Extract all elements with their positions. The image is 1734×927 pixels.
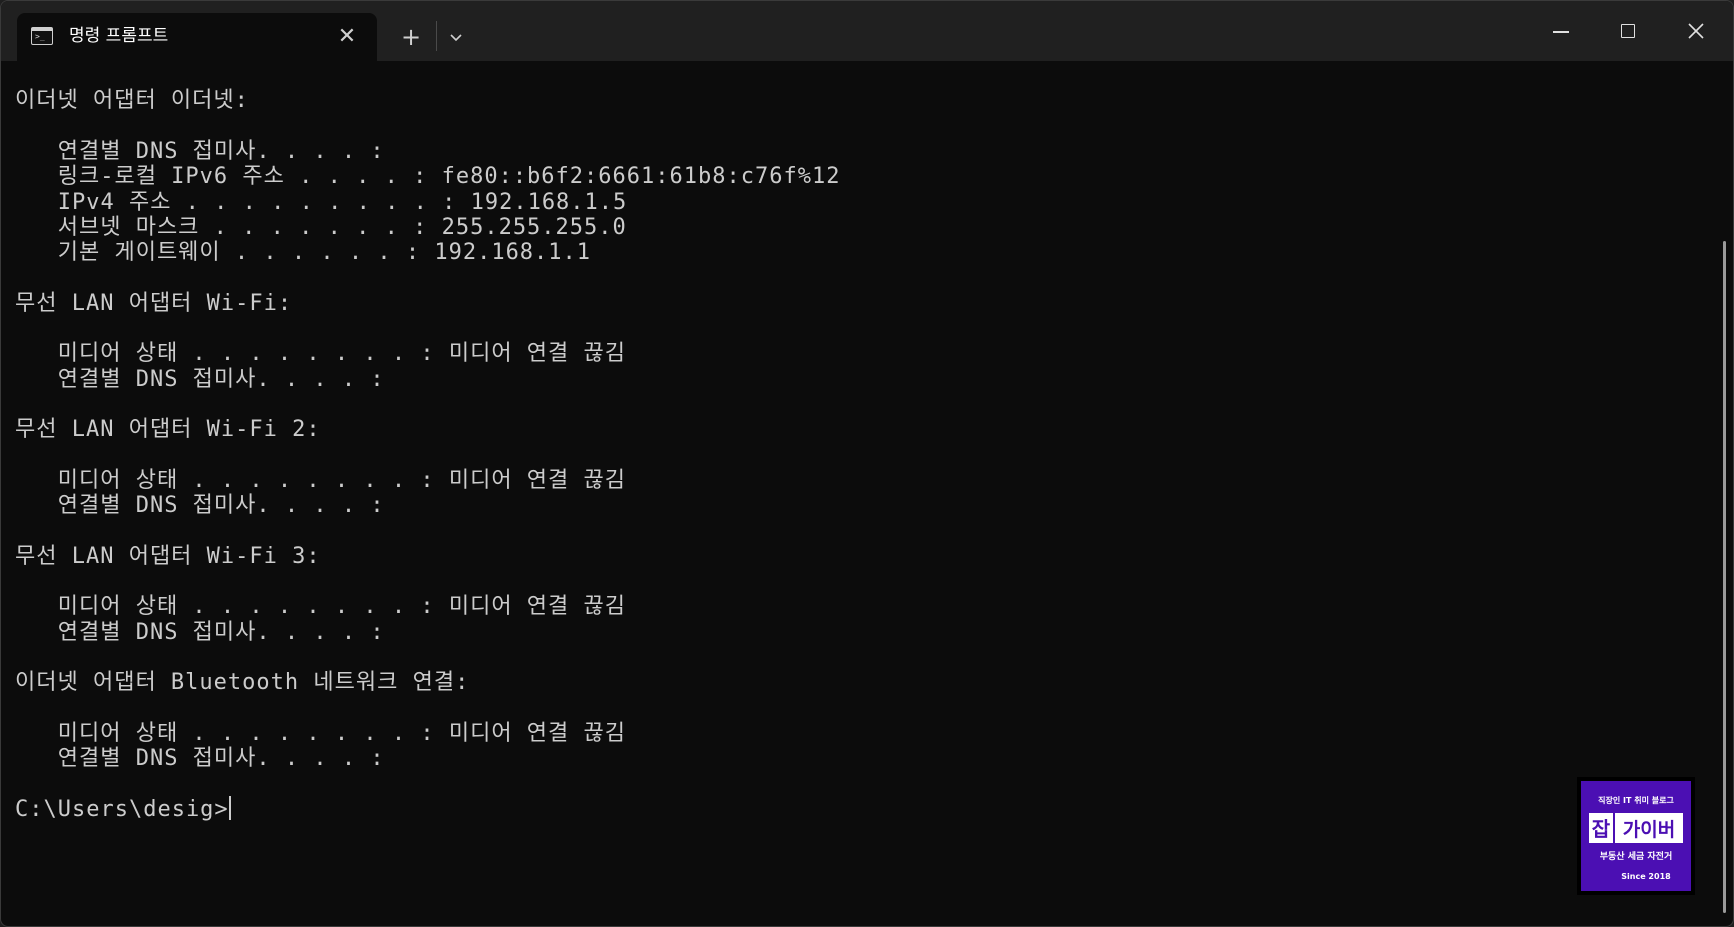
command-prompt-line: C:\Users\desig> [15,795,231,822]
maximize-button[interactable] [1601,11,1657,51]
close-window-button[interactable] [1669,11,1725,51]
svg-text:부동산 세금 자전거: 부동산 세금 자전거 [1600,850,1673,862]
svg-text:가이버: 가이버 [1623,819,1675,841]
console-line: 미디어 상태 . . . . . . . . : 미디어 연결 끊김 [15,341,627,367]
svg-text:Since 2018: Since 2018 [1621,872,1671,881]
tab-command-prompt[interactable]: >_ 명령 프롬프트 ✕ [17,13,377,61]
console-line: 서브넷 마스크 . . . . . . . : 255.255.255.0 [15,214,627,240]
terminal-icon: >_ [31,27,53,45]
tab-title: 명령 프롬프트 [69,26,169,46]
console-line: 연결별 DNS 접미사. . . . : [15,746,385,772]
scrollbar[interactable] [1723,241,1726,913]
console-line: IPv4 주소 . . . . . . . . . : 192.168.1.5 [15,189,628,215]
console-line: 미디어 상태 . . . . . . . . : 미디어 연결 끊김 [15,467,627,493]
close-tab-button[interactable]: ✕ [333,23,361,51]
console-line: 이더넷 어댑터 이더넷: [15,88,249,114]
svg-text:잡: 잡 [1592,817,1611,841]
console-line: 미디어 상태 . . . . . . . . : 미디어 연결 끊김 [15,594,627,620]
maximize-icon [1621,24,1635,38]
console-line: 무선 LAN 어댑터 Wi-Fi: [15,290,293,316]
watermark-logo: 직장인 IT 취미 블로그 잡 가이버 부동산 세금 자전거 Since 201… [1577,777,1695,895]
minimize-button[interactable] [1533,11,1589,51]
close-window-icon [1688,23,1704,39]
console-line: 연결별 DNS 접미사. . . . : [15,619,385,645]
text-cursor [228,795,231,820]
console-line: 연결별 DNS 접미사. . . . : [15,493,385,519]
console-line: 연결별 DNS 접미사. . . . : [15,366,385,392]
console-output[interactable]: 이더넷 어댑터 이더넷: 연결별 DNS 접미사. . . . : 링크-로컬 … [1,61,1733,926]
console-line: 연결별 DNS 접미사. . . . : [15,138,385,164]
watermark-graphic: 직장인 IT 취미 블로그 잡 가이버 부동산 세금 자전거 Since 201… [1589,795,1683,881]
minimize-icon [1553,31,1569,33]
console-line: 무선 LAN 어댑터 Wi-Fi 3: [15,543,321,569]
console-line: 미디어 상태 . . . . . . . . : 미디어 연결 끊김 [15,720,627,746]
console-line: 무선 LAN 어댑터 Wi-Fi 2: [15,417,321,443]
console-line: 링크-로컬 IPv6 주소 . . . . : fe80::b6f2:6661:… [15,164,841,190]
console-line: 이더넷 어댑터 Bluetooth 네트워크 연결: [15,670,470,696]
plus-icon: + [400,23,422,51]
console-line: 기본 게이트웨이 . . . . . . : 192.168.1.1 [15,240,592,266]
terminal-window: >_ 명령 프롬프트 ✕ + 이더넷 어댑터 이더넷: 연결별 DNS 접미사.… [0,0,1734,927]
chevron-down-icon [450,34,462,42]
svg-text:직장인 IT 취미 블로그: 직장인 IT 취미 블로그 [1598,795,1674,805]
title-bar[interactable]: >_ 명령 프롬프트 ✕ + [1,1,1733,61]
tab-dropdown-button[interactable] [443,23,469,51]
new-tab-button[interactable]: + [393,21,429,53]
tab-separator [436,21,437,51]
